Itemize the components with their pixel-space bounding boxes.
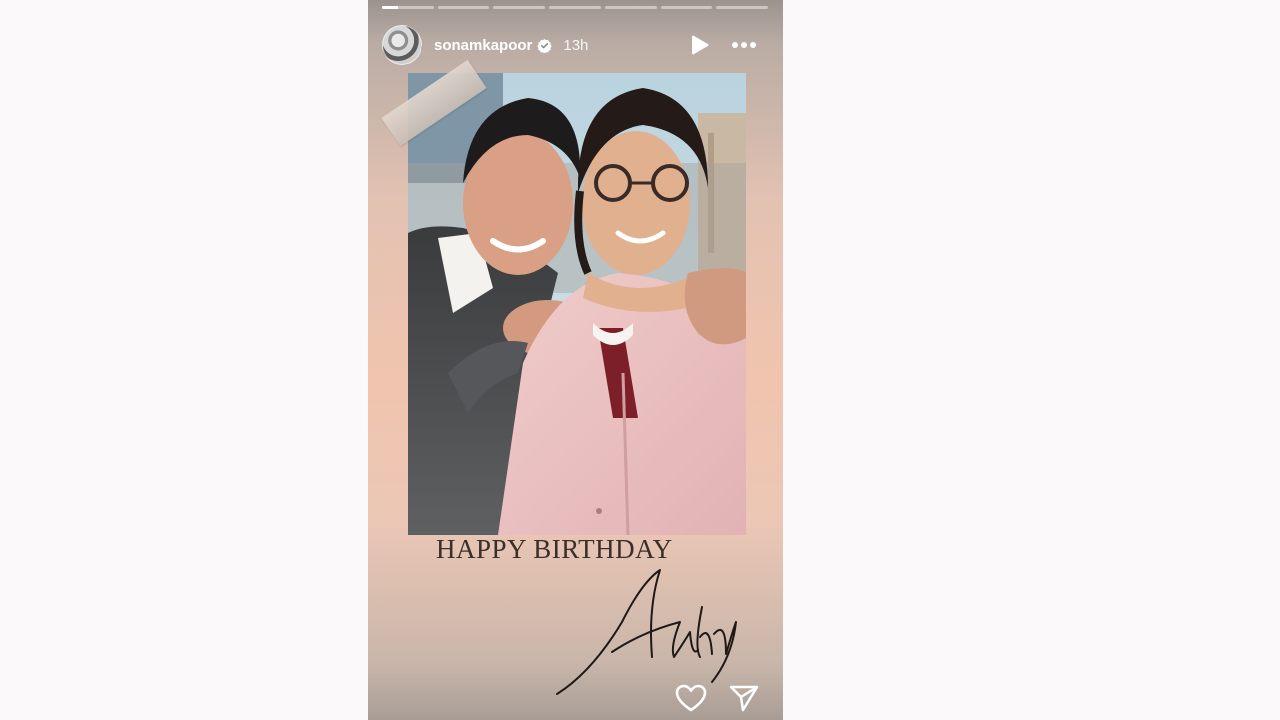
profile-avatar[interactable] xyxy=(382,25,422,65)
story-header: sonamkapoor 13h xyxy=(382,24,769,66)
username[interactable]: sonamkapoor xyxy=(434,37,532,54)
more-options-button[interactable] xyxy=(731,41,757,49)
send-icon xyxy=(729,685,759,712)
story-caption: HAPPY BIRTHDAY xyxy=(436,534,673,564)
story-progress-bar xyxy=(382,6,769,9)
play-icon xyxy=(692,35,709,55)
heart-icon xyxy=(675,684,707,712)
more-options-icon xyxy=(732,42,756,48)
photo-illustration xyxy=(408,73,746,535)
verified-badge-icon xyxy=(537,38,553,53)
play-button[interactable] xyxy=(691,35,709,55)
signature-akshay xyxy=(556,569,737,695)
post-time: 13h xyxy=(563,36,589,54)
progress-segment xyxy=(660,6,713,9)
story-actions xyxy=(675,684,759,712)
progress-segment xyxy=(716,6,769,9)
progress-segment xyxy=(604,6,657,9)
progress-segment xyxy=(493,6,546,9)
share-button[interactable] xyxy=(729,684,759,712)
progress-segment xyxy=(382,6,434,9)
progress-segment xyxy=(549,6,601,9)
progress-fill xyxy=(382,6,398,9)
like-button[interactable] xyxy=(675,684,707,712)
story-photo xyxy=(408,73,746,535)
progress-segment xyxy=(437,6,490,9)
page: sonamkapoor 13h HAPPY BIRTHDAY xyxy=(0,0,1280,720)
instagram-story: sonamkapoor 13h HAPPY BIRTHDAY xyxy=(368,0,783,720)
